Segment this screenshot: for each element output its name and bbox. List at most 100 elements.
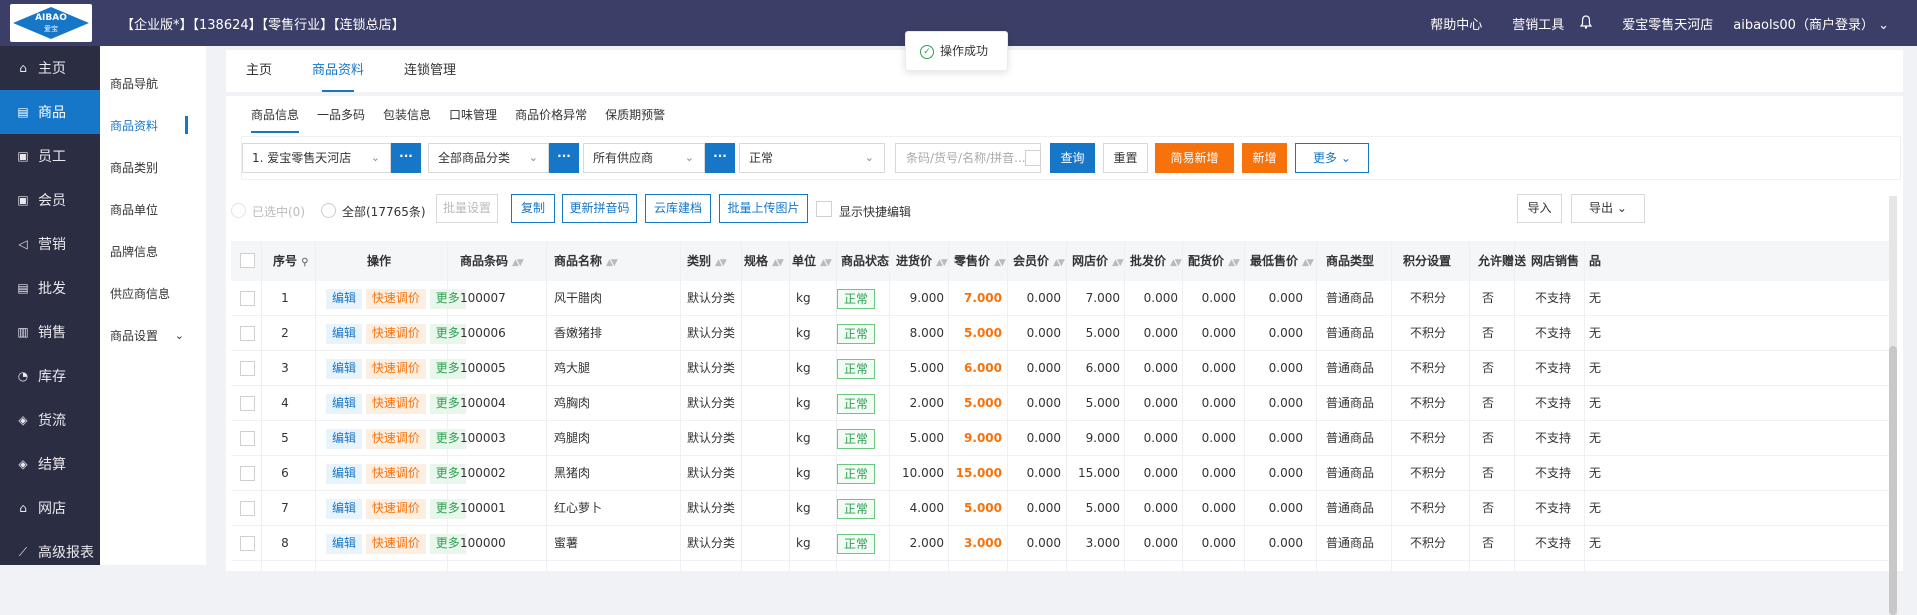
table-row[interactable]: 编辑 快速调价 更多 正常 7 100001 红心萝卜 默认分类 kg 4.000 5.000 0… xyxy=(231,491,1893,526)
col-unit[interactable]: 单位 ▲▼ xyxy=(792,241,832,281)
marketing-tools-link[interactable]: 营销工具 xyxy=(1512,14,1564,33)
help-center-link[interactable]: 帮助中心 xyxy=(1430,14,1482,33)
edit-button[interactable]: 编辑 xyxy=(326,463,363,484)
edit-button[interactable]: 编辑 xyxy=(326,393,363,414)
quick-adjust-price-button[interactable]: 快速调价 xyxy=(365,358,426,379)
table-row[interactable]: 编辑 快速调价 更多 正常 2 100006 香嫩猪排 默认分类 kg 8.000 5.000 0… xyxy=(231,316,1893,351)
quick-edit-checkbox[interactable] xyxy=(816,201,832,217)
quick-adjust-price-button[interactable]: 快速调价 xyxy=(365,498,426,519)
edit-button[interactable]: 编辑 xyxy=(326,288,363,309)
tab-chain-management[interactable]: 连锁管理 xyxy=(404,50,456,92)
sidebar-item-report[interactable]: ⟋ 高级报表 xyxy=(0,530,100,574)
sidebar-item-sales[interactable]: ▥ 销售 xyxy=(0,310,100,354)
import-button[interactable]: 导入 xyxy=(1517,194,1562,223)
row-checkbox[interactable] xyxy=(240,326,255,341)
subtab-multi-barcode[interactable]: 一品多码 xyxy=(317,106,365,133)
edit-button[interactable]: 编辑 xyxy=(326,358,363,379)
col-member-price[interactable]: 会员价 ▲▼ xyxy=(1013,241,1065,281)
subtab-package-info[interactable]: 包装信息 xyxy=(383,106,431,133)
sidebar-item-wholesale[interactable]: ▤ 批发 xyxy=(0,266,100,310)
col-min-price[interactable]: 最低售价 ▲▼ xyxy=(1250,241,1314,281)
subnav-item-product-info[interactable]: 商品资料 xyxy=(100,104,206,146)
sidebar-item-home[interactable]: ⌂ 主页 xyxy=(0,46,100,90)
sidebar-item-staff[interactable]: ▣ 员工 xyxy=(0,134,100,178)
quick-adjust-price-button[interactable]: 快速调价 xyxy=(365,323,426,344)
tab-home[interactable]: 主页 xyxy=(246,50,272,92)
edit-button[interactable]: 编辑 xyxy=(326,428,363,449)
search-input[interactable]: 条码/货号/名称/拼音... xyxy=(895,143,1041,173)
row-checkbox[interactable] xyxy=(240,466,255,481)
more-button[interactable]: 更多 ⌄ xyxy=(1295,143,1369,173)
col-dist-price[interactable]: 配货价 ▲▼ xyxy=(1188,241,1240,281)
subnav-item-product-category[interactable]: 商品类别 xyxy=(100,146,206,188)
quick-adjust-price-button[interactable]: 快速调价 xyxy=(365,393,426,414)
category-select[interactable]: 全部商品分类 ⌄ xyxy=(428,143,549,173)
sidebar-item-member[interactable]: ▣ 会员 xyxy=(0,178,100,222)
pin-icon[interactable]: ⚲ xyxy=(301,257,308,268)
supplier-picker-button[interactable]: ··· xyxy=(705,143,735,173)
col-spec[interactable]: 规格 ▲▼ xyxy=(744,241,784,281)
add-button[interactable]: 新增 xyxy=(1242,143,1287,173)
edit-button[interactable]: 编辑 xyxy=(326,533,363,554)
table-row[interactable]: 编辑 快速调价 更多 正常 8 100000 蜜薯 默认分类 kg 2.000 3.000 0.0… xyxy=(231,526,1893,561)
subnav-item-brand[interactable]: 品牌信息 xyxy=(100,230,206,272)
export-button[interactable]: 导出 ⌄ xyxy=(1571,194,1645,223)
row-checkbox[interactable] xyxy=(240,361,255,376)
table-row[interactable]: 编辑 快速调价 更多 正常 4 100004 鸡胸肉 默认分类 kg 2.000 5.000 0.… xyxy=(231,386,1893,421)
edit-button[interactable]: 编辑 xyxy=(326,323,363,344)
row-checkbox[interactable] xyxy=(240,501,255,516)
scrollbar-thumb[interactable] xyxy=(1889,346,1897,615)
col-wholesale-price[interactable]: 批发价 ▲▼ xyxy=(1130,241,1182,281)
row-checkbox[interactable] xyxy=(240,396,255,411)
col-category[interactable]: 类别 ▲▼ xyxy=(687,241,727,281)
copy-button[interactable]: 复制 xyxy=(511,194,555,223)
table-row[interactable]: 编辑 快速调价 更多 正常 6 100002 黑猪肉 默认分类 kg 10.000 15.000… xyxy=(231,456,1893,491)
sidebar-item-settle[interactable]: ◈ 结算 xyxy=(0,442,100,486)
subnav-item-product-settings[interactable]: 商品设置 ⌄ xyxy=(100,314,206,356)
sidebar-item-flow[interactable]: ◈ 货流 xyxy=(0,398,100,442)
sidebar-item-shop[interactable]: ⌂ 网店 xyxy=(0,486,100,530)
quick-adjust-price-button[interactable]: 快速调价 xyxy=(365,288,426,309)
batch-upload-images-button[interactable]: 批量上传图片 xyxy=(719,194,808,223)
col-online-price[interactable]: 网店价 ▲▼ xyxy=(1072,241,1124,281)
status-select[interactable]: 正常 ⌄ xyxy=(739,143,885,173)
quick-add-button[interactable]: 简易新增 xyxy=(1155,143,1234,173)
table-row[interactable]: 编辑 快速调价 更多 正常 5 100003 鸡腿肉 默认分类 kg 5.000 9.000 0.… xyxy=(231,421,1893,456)
user-menu[interactable]: aibaols00（商户登录） ⌄ xyxy=(1733,14,1889,33)
store-name[interactable]: 爱宝零售天河店 xyxy=(1622,14,1713,33)
subtab-price-anomaly[interactable]: 商品价格异常 xyxy=(515,106,587,133)
subnav-item-supplier[interactable]: 供应商信息 xyxy=(100,272,206,314)
subnav-item-product-nav[interactable]: 商品导航 xyxy=(100,62,206,104)
subtab-flavor[interactable]: 口味管理 xyxy=(449,106,497,133)
store-picker-button[interactable]: ··· xyxy=(391,143,421,173)
aibao-logo[interactable]: AIBAO 爱宝 xyxy=(10,4,92,42)
sidebar-item-product[interactable]: ▤ 商品 xyxy=(0,90,100,134)
reset-button[interactable]: 重置 xyxy=(1103,143,1148,173)
update-pinyin-button[interactable]: 更新拼音码 xyxy=(562,194,637,223)
all-radio[interactable] xyxy=(321,203,336,218)
sidebar-item-marketing[interactable]: ◁ 营销 xyxy=(0,222,100,266)
table-scrollbar[interactable] xyxy=(1889,196,1897,615)
cloud-build-button[interactable]: 云库建档 xyxy=(645,194,711,223)
tab-product-info[interactable]: 商品资料 xyxy=(312,50,364,92)
table-row[interactable]: 编辑 快速调价 更多 正常 3 100005 鸡大腿 默认分类 kg 5.000 6.000 0.… xyxy=(231,351,1893,386)
col-buy-price[interactable]: 进货价 ▲▼ xyxy=(896,241,948,281)
supplier-select[interactable]: 所有供应商 ⌄ xyxy=(583,143,705,173)
col-retail-price[interactable]: 零售价 ▲▼ xyxy=(954,241,1006,281)
sidebar-item-inventory[interactable]: ◔ 库存 xyxy=(0,354,100,398)
select-all-checkbox[interactable] xyxy=(240,253,255,268)
quick-adjust-price-button[interactable]: 快速调价 xyxy=(365,428,426,449)
subtab-product-info[interactable]: 商品信息 xyxy=(251,106,300,133)
row-checkbox[interactable] xyxy=(240,291,255,306)
quick-adjust-price-button[interactable]: 快速调价 xyxy=(365,463,426,484)
query-button[interactable]: 查询 xyxy=(1050,143,1095,173)
subtab-shelf-life[interactable]: 保质期预警 xyxy=(605,106,665,133)
category-picker-button[interactable]: ··· xyxy=(549,143,579,173)
selected-radio[interactable] xyxy=(231,203,246,218)
quick-adjust-price-button[interactable]: 快速调价 xyxy=(365,533,426,554)
row-checkbox[interactable] xyxy=(240,431,255,446)
subnav-item-product-unit[interactable]: 商品单位 xyxy=(100,188,206,230)
row-checkbox[interactable] xyxy=(240,536,255,551)
col-name[interactable]: 商品名称 ▲▼ xyxy=(554,241,618,281)
bell-icon[interactable] xyxy=(1580,14,1593,33)
